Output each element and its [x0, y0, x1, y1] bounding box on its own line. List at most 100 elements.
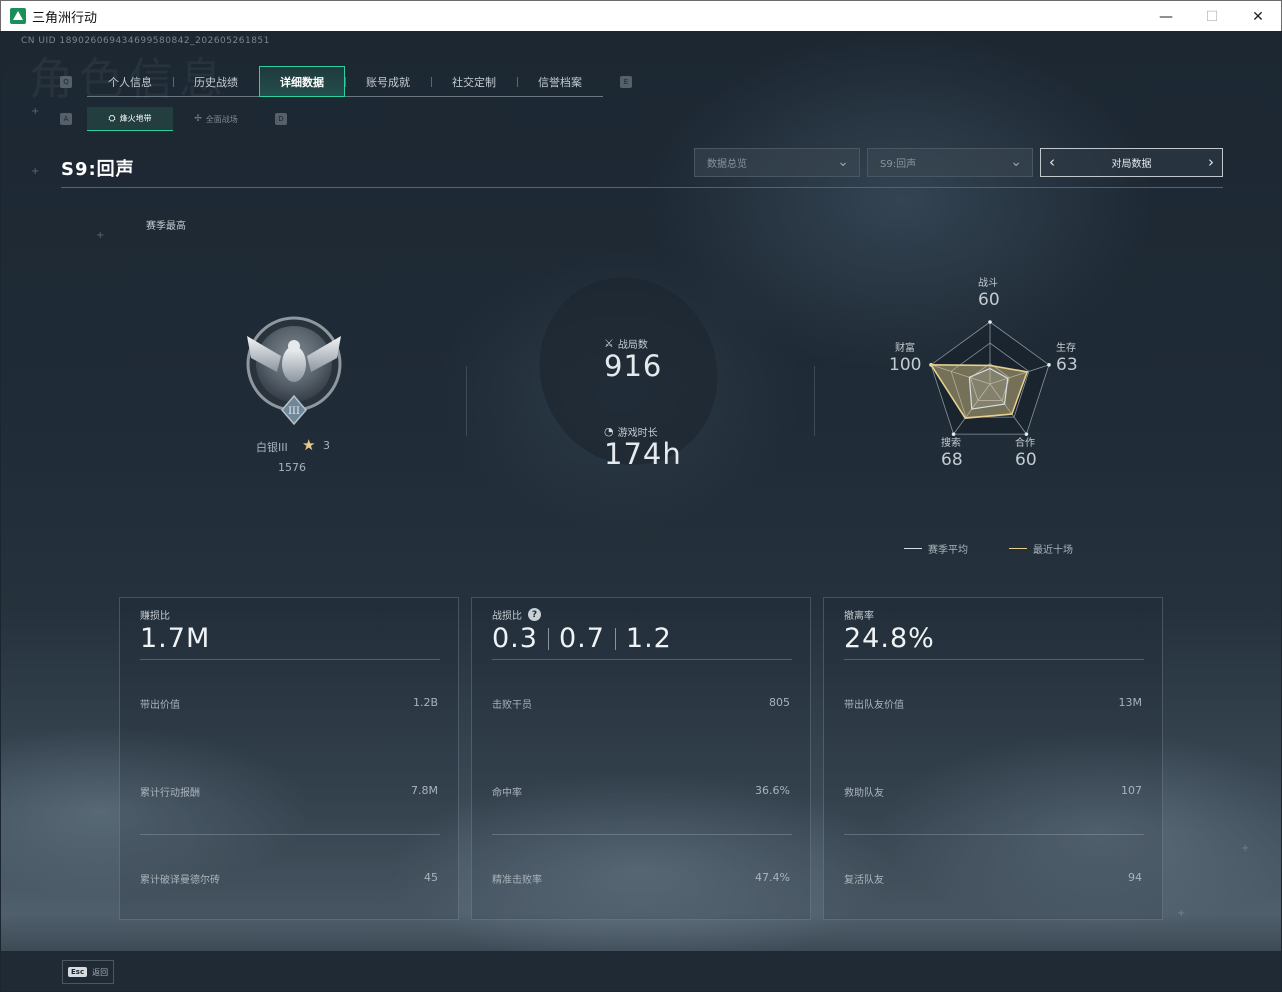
kd-value-2: 0.7 [558, 623, 605, 654]
matches-value: 916 [604, 349, 663, 383]
card-main-value: 24.8% [844, 623, 935, 654]
section-divider [466, 366, 467, 436]
back-button[interactable]: Esc 返回 [62, 960, 114, 984]
section-divider [814, 366, 815, 436]
row-label: 带出队友价值 [844, 700, 904, 711]
tab-achievements[interactable]: 账号成就 [345, 66, 431, 97]
season-best-label: 赛季最高 [146, 221, 186, 232]
mode-subtabs: ⛭ 烽火地带 ✢ 全面战场 [87, 107, 259, 131]
card-divider [844, 659, 1144, 660]
value-separator [614, 627, 616, 650]
tab-prev-key-q[interactable]: Q [60, 76, 72, 88]
season-dropdown[interactable]: S9:回声 ⌄ [867, 148, 1033, 177]
tab-social-customize[interactable]: 社交定制 [431, 66, 517, 97]
crosshair-decoration-icon: + [31, 106, 40, 117]
extraction-card: 撤离率 24.8% 带出队友价值 13M 救助队友 107 复活队友 94 [823, 597, 1163, 920]
chevron-right-icon[interactable]: › [1208, 153, 1214, 171]
crosshair-decoration-icon: + [1241, 843, 1250, 854]
row-label: 累计行动报酬 [140, 788, 200, 799]
card-divider [844, 834, 1144, 835]
legend-label: 最近十场 [1033, 545, 1073, 556]
row-value: 36.6% [755, 784, 790, 797]
minimize-button[interactable]: — [1143, 1, 1189, 32]
radar-axis-tip [988, 320, 992, 324]
row-label: 复活队友 [844, 875, 884, 886]
legend-season-average: 赛季平均 [904, 541, 968, 556]
row-label: 击败干员 [492, 700, 532, 711]
bottom-bar [1, 951, 1281, 991]
crosshair-decoration-icon: + [96, 230, 105, 241]
subtab-next-key-d[interactable]: D [275, 113, 287, 125]
row-value: 94 [1128, 871, 1142, 884]
chevron-left-icon[interactable]: ‹ [1049, 153, 1055, 171]
dropdown-value: 数据总览 [707, 159, 747, 170]
row-label: 命中率 [492, 788, 522, 799]
row-value: 1.2B [412, 696, 438, 709]
card-title: 撤离率 [844, 607, 874, 622]
crosshair-decoration-icon: + [1177, 908, 1186, 919]
star-icon: ★ [302, 436, 316, 454]
card-title-text: 战损比 [492, 611, 522, 622]
card-title: 赚损比 [140, 607, 170, 622]
help-icon[interactable]: ? [528, 608, 541, 621]
season-title: S9:回声 [61, 159, 135, 180]
value-separator [547, 627, 549, 650]
row-label: 精准击败率 [492, 875, 542, 886]
radar-axis-value-survival: 63 [1056, 355, 1078, 375]
radar-axis-value-wealth: 100 [889, 355, 922, 375]
card-title: 战损比 ? [492, 607, 541, 622]
window-titlebar: 三角洲行动 — ☐ ✕ [0, 0, 1282, 31]
kd-card: 战损比 ? 0.3 0.7 1.2 击败干员 805 命中率 36.6% 精准击… [471, 597, 811, 920]
subtab-label: 烽火地带 [119, 114, 152, 123]
row-value: 45 [424, 871, 438, 884]
window-title: 三角洲行动 [32, 9, 98, 25]
data-type-dropdown[interactable]: 数据总览 ⌄ [694, 148, 860, 177]
esc-key-icon: Esc [68, 967, 88, 977]
rank-star-count: 3 [323, 439, 330, 452]
subtab-label: 全面战场 [205, 114, 238, 124]
rank-tier-numeral: III [288, 406, 300, 417]
legend-label: 赛季平均 [928, 545, 968, 556]
radar-axis-value-search: 68 [941, 450, 963, 470]
row-label: 救助队友 [844, 788, 884, 799]
warfare-icon: ✢ [194, 114, 202, 124]
tab-reputation[interactable]: 信誉档案 [517, 66, 603, 97]
tab-match-history[interactable]: 历史战绩 [173, 66, 259, 97]
card-title-text: 撤离率 [844, 611, 874, 622]
card-divider [140, 834, 440, 835]
tab-detailed-data[interactable]: 详细数据 [259, 66, 345, 97]
tab-next-key-e[interactable]: E [620, 76, 632, 88]
radar-axis-label-search: 搜索 [941, 438, 961, 449]
card-main-value: 1.7M [140, 623, 211, 654]
kd-value-1: 0.3 [492, 623, 538, 654]
rank-name: 白银III [256, 441, 288, 454]
row-value: 7.8M [411, 784, 438, 797]
subtab-warfare[interactable]: ✢ 全面战场 [173, 107, 259, 131]
maximize-button[interactable]: ☐ [1189, 1, 1235, 32]
legend-swatch [904, 548, 922, 549]
main-tabs: 个人信息 历史战绩 详细数据 账号成就 社交定制 信誉档案 [87, 66, 603, 97]
playtime-value: 174h [604, 437, 682, 471]
radar-series-season [968, 367, 1009, 410]
tab-personal-info[interactable]: 个人信息 [87, 66, 173, 97]
radar-axis-label-wealth: 财富 [895, 343, 915, 354]
subtab-prev-key-a[interactable]: A [60, 113, 72, 125]
row-value: 805 [769, 696, 790, 709]
radar-axis-value-combat: 60 [978, 290, 1000, 310]
row-value: 47.4% [755, 871, 790, 884]
row-value: 13M [1118, 696, 1143, 709]
player-uid: CN UID 189026069434699580842_20260526185… [21, 36, 270, 46]
radar-axis-label-survival: 生存 [1056, 343, 1076, 354]
dropdown-value: S9:回声 [880, 159, 917, 170]
header-divider [61, 187, 1223, 188]
chevron-down-icon: ⌄ [1010, 154, 1022, 170]
match-data-pager: ‹ 对局数据 › [1040, 148, 1223, 177]
row-value: 107 [1121, 784, 1142, 797]
card-divider [492, 834, 792, 835]
pager-label: 对局数据 [1111, 159, 1152, 170]
radar-axis-value-teamwork: 60 [1015, 450, 1037, 470]
subtab-hazard-zone[interactable]: ⛭ 烽火地带 [87, 107, 173, 131]
close-button[interactable]: ✕ [1235, 1, 1281, 32]
card-title-text: 赚损比 [140, 611, 170, 622]
kd-value-3: 1.2 [625, 623, 672, 654]
